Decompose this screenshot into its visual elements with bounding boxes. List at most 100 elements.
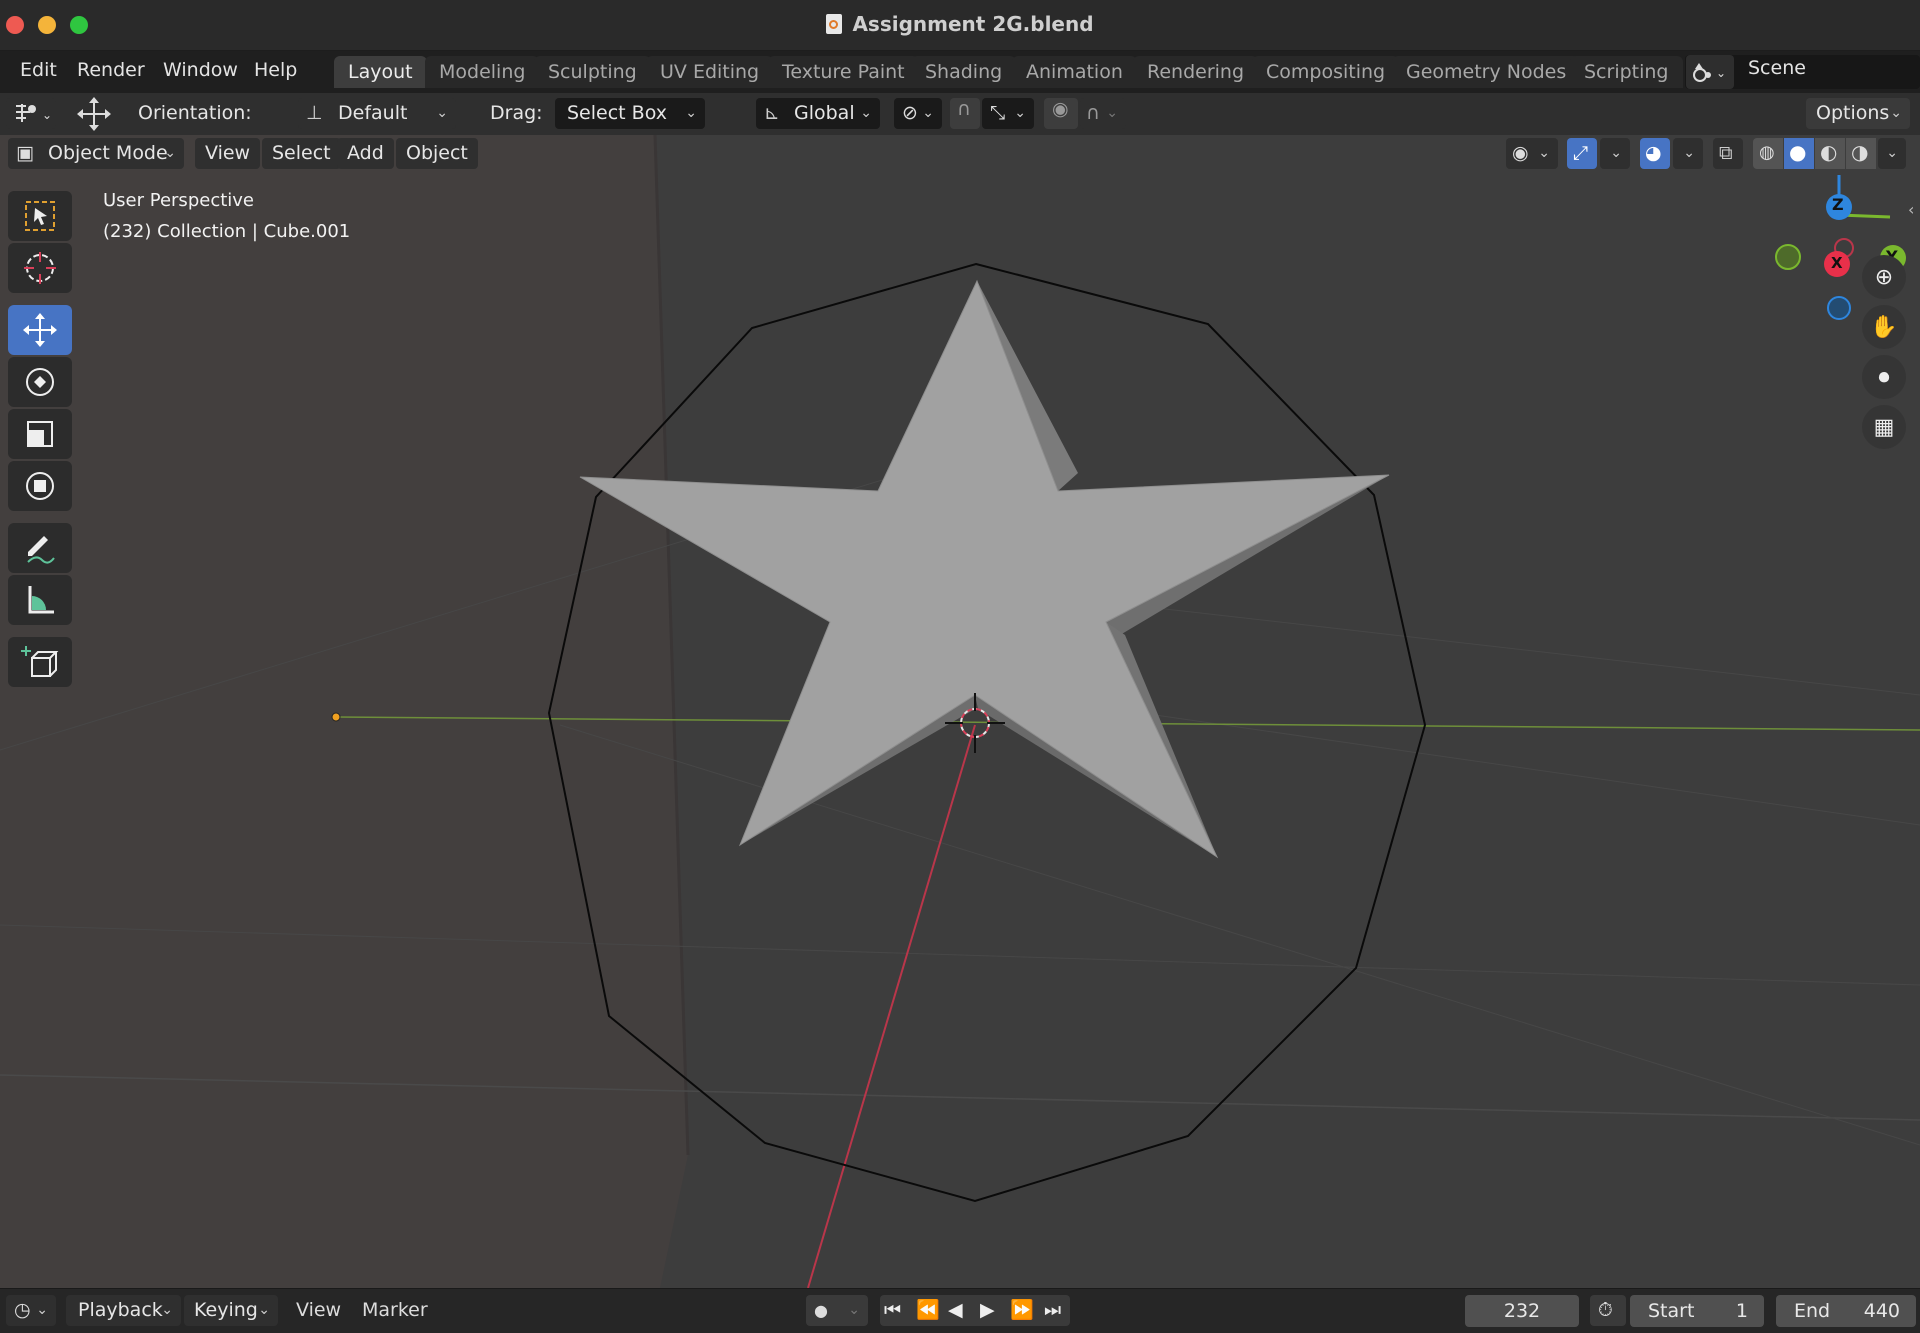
star-mesh[interactable] [579,279,1390,859]
collection-label: (232) Collection | Cube.001 [103,221,351,242]
play-icon[interactable]: ▶ [980,1295,995,1326]
rendered-shading-button[interactable]: ◑ [1846,138,1876,169]
gizmo-toggle[interactable]: ⤢ [1567,138,1597,169]
overlays-dropdown[interactable]: ⌄ [1673,138,1703,169]
tab-modeling[interactable]: Modeling [425,56,540,88]
tab-uv-editing[interactable]: UV Editing [646,56,774,88]
proportional-falloff-dropdown[interactable]: ∩ ⌄ [1080,98,1126,129]
select-box-icon [25,201,55,231]
orientation-label: Orientation: [138,102,252,124]
overlays-toggle[interactable]: ◕ [1640,138,1670,169]
tab-scripting[interactable]: Scripting [1570,56,1683,88]
tab-animation[interactable]: Animation [1012,56,1137,88]
tab-rendering[interactable]: Rendering [1133,56,1259,88]
jump-to-end-icon[interactable]: ⏭ [1044,1295,1061,1326]
preview-range-toggle[interactable]: ⏱ [1590,1295,1626,1326]
scene-name: Scene [1748,57,1806,79]
chevron-down-icon: ⌄ [164,145,176,161]
current-frame-field[interactable]: 232 [1465,1295,1579,1327]
scale-icon [27,421,53,447]
measure-tool[interactable] [8,575,72,625]
chevron-down-icon: ⌄ [258,1302,270,1318]
tab-layout[interactable]: Layout [334,56,427,88]
playback-menu[interactable]: Playback ⌄ [66,1295,181,1326]
pivot-point-dropdown[interactable]: ⊘ ⌄ [894,98,942,129]
end-value: 440 [1863,1300,1900,1322]
transform-orientation-dropdown[interactable]: ⊾ Global ⌄ [756,98,880,129]
zoom-magnifier-icon: ⊕ [1874,264,1894,290]
shading-dropdown[interactable]: ⌄ [1878,138,1906,169]
timeline-menu-marker[interactable]: Marker [362,1299,428,1321]
camera-view-button[interactable]: ⏺ [1862,355,1906,399]
keying-menu[interactable]: Keying ⌄ [184,1295,278,1326]
chevron-down-icon: ⌄ [922,105,934,121]
transform-tool[interactable] [8,461,72,511]
select-box-tool[interactable] [8,191,72,241]
timeline-editor-type-button[interactable]: ◷ ⌄ [6,1295,56,1326]
auto-keying-toggle[interactable]: ● ⌄ [806,1295,868,1326]
drag-dropdown[interactable]: Select Box ⌄ [555,98,705,129]
tab-texture-paint[interactable]: Texture Paint [768,56,919,88]
cursor-tool[interactable] [8,243,72,293]
tab-geometry-nodes[interactable]: Geometry Nodes [1392,56,1581,88]
start-value: 1 [1735,1300,1748,1322]
pan-view-button[interactable]: ✋ [1862,305,1906,349]
scene-browse-button[interactable]: ⌄ [1686,55,1734,89]
chevron-down-icon: ⌄ [436,105,448,121]
add-cube-tool[interactable] [8,637,72,687]
proportional-editing-toggle[interactable]: ◉ [1044,98,1078,129]
end-frame-field[interactable]: End 440 [1776,1295,1916,1327]
orientation-axis-icon: ⊥ [306,102,323,124]
viewport-scene[interactable] [0,135,1920,1288]
3d-viewport[interactable]: Z Y X ▣ Object Mode ⌄ View Select Add Ob… [0,135,1920,1288]
gizmo-neg-z-handle[interactable] [1827,296,1851,320]
zoom-view-button[interactable]: ⊕ [1862,255,1906,299]
snap-target-dropdown[interactable]: ⤡ ⌄ [982,98,1034,129]
scale-tool[interactable] [8,409,72,459]
toggle-perspective-button[interactable]: ▦ [1862,405,1906,449]
magnet-icon: ∩ [957,98,971,120]
grid-perspective-icon: ▦ [1873,414,1895,440]
start-label: Start [1648,1300,1695,1322]
move-tool[interactable] [8,305,72,355]
mode-dropdown[interactable]: ▣ Object Mode ⌄ [8,138,184,169]
gizmo-dropdown[interactable]: ⌄ [1600,138,1630,169]
visibility-dropdown[interactable]: ◉ ⌄ [1506,138,1558,169]
annotate-tool[interactable] [8,523,72,573]
playback-label: Playback [78,1299,163,1321]
stopwatch-icon: ⏱ [1598,1299,1613,1321]
start-frame-field[interactable]: Start 1 [1630,1295,1764,1327]
editor-type-button[interactable]: ⌄ [6,98,56,129]
object-origin-dot[interactable] [331,712,341,722]
tab-sculpting[interactable]: Sculpting [534,56,651,88]
top-menubar: Edit Render Window Help Layout Modeling … [0,51,1920,93]
viewport-menu-select[interactable]: Select [262,138,341,169]
gizmo-x-label: X [1831,254,1843,272]
falloff-curve-icon: ∩ [1086,102,1100,124]
viewport-menu-object[interactable]: Object [396,138,478,169]
current-frame-value: 232 [1503,1300,1541,1322]
wireframe-shading-button[interactable]: ◍ [1753,138,1783,169]
viewport-menu-view[interactable]: View [195,138,261,169]
xray-toggle[interactable]: ⧉ [1713,138,1743,169]
jump-to-start-icon[interactable]: ⏮ [884,1295,901,1326]
gizmo-neg-y-handle[interactable] [1775,244,1801,270]
solid-shading-button[interactable]: ● [1784,138,1814,169]
timeline-menu-view[interactable]: View [296,1299,341,1321]
menu-edit[interactable]: Edit [20,59,57,81]
menu-render[interactable]: Render [77,59,145,81]
snap-toggle[interactable]: ∩ [950,98,980,129]
orientation-dropdown[interactable]: ⊥ Default ⌄ [298,98,456,129]
menu-help[interactable]: Help [254,59,297,81]
prev-keyframe-icon[interactable]: ⏪ [916,1295,940,1326]
rotate-tool[interactable] [8,357,72,407]
tab-shading[interactable]: Shading [911,56,1017,88]
next-keyframe-icon[interactable]: ⏩ [1010,1295,1034,1326]
options-dropdown[interactable]: Options ⌄ [1806,98,1910,129]
play-reverse-icon[interactable]: ◀ [948,1295,963,1326]
sidebar-toggle-icon[interactable]: ‹ [1908,200,1914,219]
tab-compositing[interactable]: Compositing [1252,56,1400,88]
material-shading-button[interactable]: ◐ [1815,138,1845,169]
menu-window[interactable]: Window [163,59,238,81]
viewport-menu-add[interactable]: Add [337,138,394,169]
